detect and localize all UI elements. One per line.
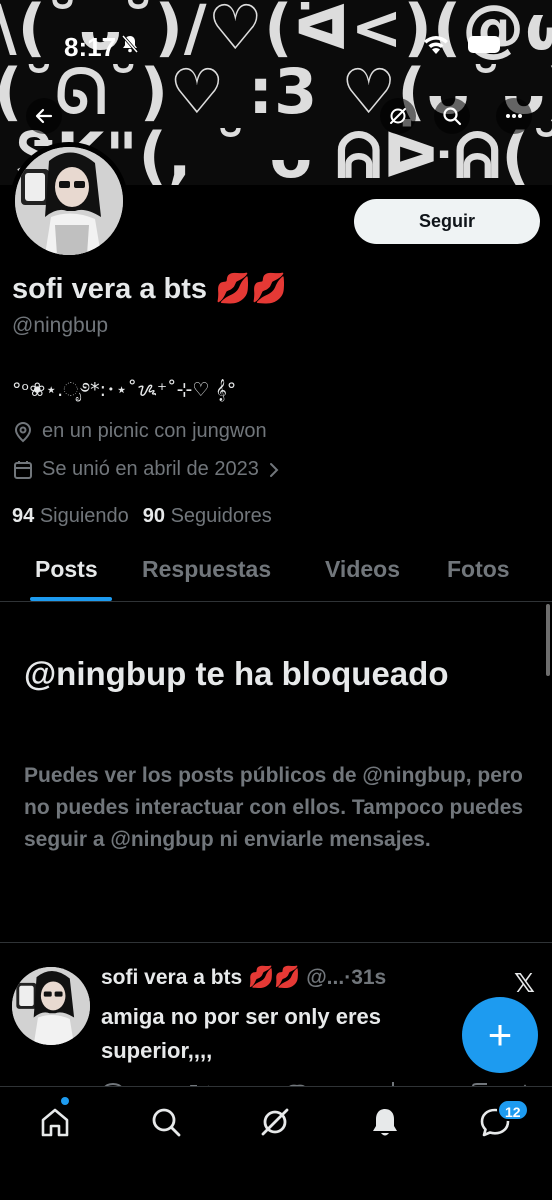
wifi-icon: [424, 36, 448, 54]
tab-replies[interactable]: Respuestas: [142, 556, 271, 583]
status-bar: 8:17: [0, 0, 552, 80]
profile-tabs: Posts Respuestas Videos Fotos: [0, 548, 552, 602]
profile-bio: °ᵒ❀⋆.ೃ࿔*:･⋆˚ᝰ⁺˚⊹♡ 𝄞°: [12, 379, 237, 401]
followers-count: 90: [142, 505, 166, 527]
post-text[interactable]: amiga no por ser only eres superior,,,,: [101, 1000, 441, 1068]
following-count: 94: [12, 505, 35, 527]
profile-avatar[interactable]: [10, 142, 128, 260]
followers-label: Seguidores: [170, 505, 272, 527]
post-avatar[interactable]: [12, 967, 90, 1045]
divider: [0, 942, 552, 943]
follow-button[interactable]: Seguir: [354, 199, 540, 244]
bottom-nav: 12: [0, 1086, 552, 1200]
back-button[interactable]: [26, 98, 62, 134]
search-button[interactable]: [434, 98, 470, 134]
silent-bell-icon: [121, 35, 139, 53]
follow-counts: 94 Siguiendo 90 Seguidores: [12, 505, 272, 528]
joined-text: Se unió en abril de 2023: [42, 458, 259, 480]
grok-button[interactable]: [380, 98, 416, 134]
location-text: en un picnic con jungwon: [42, 420, 267, 442]
following-link[interactable]: 94 Siguiendo: [12, 505, 129, 528]
chevron-right-icon: [269, 462, 279, 477]
more-options-button[interactable]: [496, 98, 532, 134]
tab-videos[interactable]: Videos: [325, 556, 400, 583]
followers-link[interactable]: 90 Seguidores: [143, 505, 272, 528]
active-tab-indicator: [30, 597, 112, 601]
grok-nav-icon[interactable]: [258, 1105, 292, 1139]
x-logo-icon: 𝕏: [514, 968, 535, 998]
grok-icon: [390, 108, 406, 124]
post-avatar-photo: [12, 967, 90, 1045]
display-name: sofi vera a bts 💋💋: [12, 273, 288, 305]
home-notification-dot: [61, 1097, 69, 1105]
scrollbar[interactable]: [546, 604, 550, 676]
calendar-icon: [14, 460, 32, 479]
avatar-image: [15, 147, 123, 255]
home-icon[interactable]: [38, 1105, 72, 1139]
status-time: 8:17: [64, 32, 117, 62]
post-time: 31s: [351, 966, 387, 989]
profile-handle: @ningbup: [12, 314, 109, 337]
tab-posts[interactable]: Posts: [35, 556, 98, 583]
battery-icon: [468, 36, 500, 53]
more-icon: [506, 114, 522, 118]
profile-location: en un picnic con jungwon: [12, 420, 267, 443]
blocked-title: @ningbup te ha bloqueado: [24, 655, 449, 692]
search-icon: [443, 107, 462, 126]
location-pin-icon: [14, 421, 32, 442]
blocked-description: Puedes ver los posts públicos de @ningbu…: [24, 764, 524, 851]
post-handle: @...: [306, 966, 345, 989]
profile-joined[interactable]: Se unió en abril de 2023: [12, 458, 281, 481]
search-nav-icon[interactable]: [149, 1105, 183, 1139]
avatar-photo: [15, 147, 123, 255]
compose-button[interactable]: +: [462, 997, 538, 1073]
messages-badge: 12: [497, 1099, 529, 1121]
notifications-bell-icon[interactable]: [368, 1105, 402, 1139]
arrow-left-icon: [35, 108, 53, 124]
following-label: Siguiendo: [39, 505, 129, 527]
post-header: sofi vera a bts 💋💋 @...·31s: [101, 966, 386, 990]
post-author[interactable]: sofi vera a bts 💋💋: [101, 966, 300, 989]
tab-photos[interactable]: Fotos: [447, 556, 510, 583]
